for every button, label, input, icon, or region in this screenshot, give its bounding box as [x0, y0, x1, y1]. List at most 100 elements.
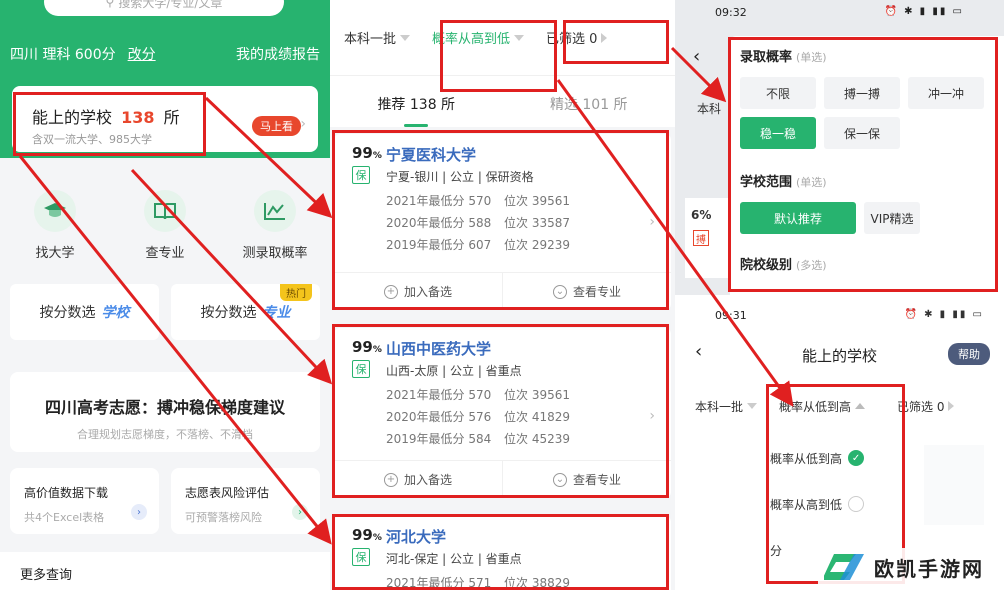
school-card[interactable]: 99% 保 宁夏医科大学 宁夏-银川 | 公立 | 保研资格 2021年最低分 …: [334, 134, 671, 310]
school-meta: 宁夏-银川 | 公立 | 保研资格: [386, 170, 534, 184]
view-majors-button[interactable]: ⌄ 查看专业: [502, 461, 671, 498]
option-steady[interactable]: 稳一稳: [740, 117, 816, 149]
chevron-right-icon: ›: [649, 408, 655, 424]
score-row: 2021年最低分 570 位次 39561: [386, 192, 570, 214]
data-download-tile[interactable]: 高价值数据下载 共4个Excel表格 ›: [10, 468, 159, 534]
score-year: 2021年最低分: [386, 194, 465, 208]
quick-tools: 找大学 查专业 测录取概率: [0, 190, 330, 261]
safe-badge: 保: [352, 548, 370, 566]
school-name[interactable]: 宁夏医科大学: [386, 144, 476, 165]
caret-right-icon: [601, 32, 608, 43]
score-report-link[interactable]: 我的成绩报告: [236, 44, 320, 64]
admission-probability-button[interactable]: 测录取概率: [220, 190, 330, 261]
find-major-label: 查专业: [145, 246, 185, 261]
check-icon: ✓: [848, 450, 865, 466]
sort-label: 概率从高到低: [432, 32, 511, 47]
sort-bar: 本科一批 概率从高到低 已筛选 0: [330, 0, 675, 75]
chevron-down-icon: ⌄: [552, 284, 567, 299]
find-major-button[interactable]: 查专业: [110, 190, 220, 261]
option-reach[interactable]: 搏一搏: [824, 77, 900, 109]
probability: 99%: [352, 144, 382, 162]
school-list-screen: 本科一批 概率从高到低 已筛选 0 推荐 138 所 精选 101 所 99% …: [330, 0, 675, 590]
data-download-title: 高价值数据下载: [24, 486, 109, 500]
section-note: (多选): [796, 259, 827, 272]
score-value: 584: [468, 432, 492, 446]
rank-label: 位次: [504, 194, 529, 208]
option-any[interactable]: 不限: [740, 77, 816, 109]
school-card[interactable]: 99% 保 河北大学 河北-保定 | 公立 | 省重点 2021年最低分 571…: [334, 516, 671, 590]
filter-school-emphasis: 学校: [101, 305, 130, 321]
status-bar: 09:32 ⏰ ✱ ▮ ▮▮ ▭: [675, 0, 1004, 26]
score-value: 570: [468, 388, 492, 402]
sort-bar: 本科一批 概率从低到高 已筛选 0: [675, 391, 1004, 421]
score-row: 2020年最低分 576 位次 41829: [386, 408, 570, 430]
batch-label: 本科一批: [695, 399, 744, 414]
add-to-shortlist-button[interactable]: + 加入备选: [334, 461, 502, 498]
back-arrow-icon[interactable]: ‹: [693, 46, 700, 67]
help-button[interactable]: 帮助: [948, 343, 990, 365]
chevron-right-icon: ›: [649, 214, 655, 230]
score-year: 2021年最低分: [386, 388, 465, 402]
score-row: 2021年最低分 570 位次 39561: [386, 386, 570, 408]
batch-selector[interactable]: 本科一批: [695, 398, 758, 415]
card-actions: + 加入备选 ⌄ 查看专业: [334, 272, 671, 310]
find-university-label: 找大学: [35, 246, 75, 261]
scope-options: 默认推荐 VIP精选: [740, 202, 994, 234]
search-input[interactable]: ⚲ 搜索大学/专业/文章: [44, 0, 284, 16]
graduation-cap-icon: [33, 190, 76, 232]
tab-recommended[interactable]: 推荐 138 所: [330, 76, 503, 127]
school-meta: 山西-太原 | 公立 | 省重点: [386, 364, 522, 378]
filter-by-score-school-button[interactable]: 按分数选 学校: [10, 284, 159, 340]
score-row: 2019年最低分 584 位次 45239: [386, 430, 570, 452]
score-year: 2021年最低分: [386, 576, 465, 590]
score-history: 2021年最低分 571 位次 38829: [386, 574, 570, 590]
caret-down-icon: [514, 34, 525, 41]
school-card[interactable]: 99% 保 山西中医药大学 山西-太原 | 公立 | 省重点 2021年最低分 …: [334, 328, 671, 498]
tab-selected[interactable]: 精选 101 所: [503, 76, 676, 127]
sort-selector[interactable]: 概率从低到高: [779, 398, 866, 415]
banner-subtitle: 合理规划志愿梯度，不落榜、不滑档: [77, 428, 253, 441]
add-label: 加入备选: [403, 473, 452, 487]
rank-value: 33587: [531, 216, 571, 230]
school-name[interactable]: 河北大学: [386, 526, 446, 547]
rank-label: 位次: [504, 238, 529, 252]
view-label: 查看专业: [572, 473, 621, 487]
filter-selector[interactable]: 已筛选 0: [546, 28, 608, 47]
score-row: 2019年最低分 607 位次 29239: [386, 236, 570, 258]
reachable-schools-card[interactable]: 能上的学校 138 所 含双一流大学、985大学 马上看 ›: [12, 86, 318, 152]
view-now-button[interactable]: 马上看: [252, 116, 301, 136]
home-screen: ⚲ 搜索大学/专业/文章 四川 理科 600分 改分 我的成绩报告 能上的学校 …: [0, 0, 330, 590]
sort-label: 概率从低到高: [779, 399, 852, 414]
reachable-subtitle: 含双一流大学、985大学: [32, 133, 152, 146]
batch-label: 本科一批: [344, 32, 397, 47]
filter-selector[interactable]: 已筛选 0: [897, 398, 955, 415]
add-to-shortlist-button[interactable]: + 加入备选: [334, 273, 502, 310]
edit-score-link[interactable]: 改分: [128, 44, 156, 64]
sort-selector[interactable]: 概率从高到低: [432, 28, 525, 47]
chevron-right-icon: ›: [300, 116, 306, 132]
batch-label-behind: 本科: [697, 102, 722, 116]
sort-option-low-to-high[interactable]: 概率从低到高 ✓: [770, 435, 890, 481]
score-value: 588: [468, 216, 492, 230]
option-vip-selected[interactable]: VIP精选: [864, 202, 920, 234]
filter-by-score-major-button[interactable]: 按分数选 专业 热门: [171, 284, 320, 340]
reachable-title-prefix: 能上的学校: [32, 108, 113, 127]
option-challenge[interactable]: 冲一冲: [908, 77, 984, 109]
filter-screens: 09:32 ⏰ ✱ ▮ ▮▮ ▭ ‹ 本科 6% 搏 录取概率 (单选) 不限 搏…: [675, 0, 1004, 590]
score-row: 2020年最低分 588 位次 33587: [386, 214, 570, 236]
caret-down-icon: [747, 403, 758, 409]
filter-label: 已筛选 0: [546, 32, 598, 47]
find-university-button[interactable]: 找大学: [0, 190, 110, 261]
batch-selector[interactable]: 本科一批: [344, 28, 411, 47]
caret-right-icon: [948, 401, 955, 411]
score-bar: 四川 理科 600分 改分 我的成绩报告: [10, 44, 320, 64]
risk-assessment-tile[interactable]: 志愿表风险评估 可预警落榜风险 ›: [171, 468, 320, 534]
option-safe[interactable]: 保一保: [824, 117, 900, 149]
view-majors-button[interactable]: ⌄ 查看专业: [502, 273, 671, 310]
strategy-banner[interactable]: 四川高考志愿：搏冲稳保梯度建议 合理规划志愿梯度，不落榜、不滑档: [10, 372, 320, 452]
sort-option-high-to-low[interactable]: 概率从高到低: [770, 481, 890, 527]
school-name[interactable]: 山西中医药大学: [386, 338, 491, 359]
score-year: 2019年最低分: [386, 238, 465, 252]
chevron-down-icon: ⌄: [552, 472, 567, 487]
option-default-recommend[interactable]: 默认推荐: [740, 202, 856, 234]
